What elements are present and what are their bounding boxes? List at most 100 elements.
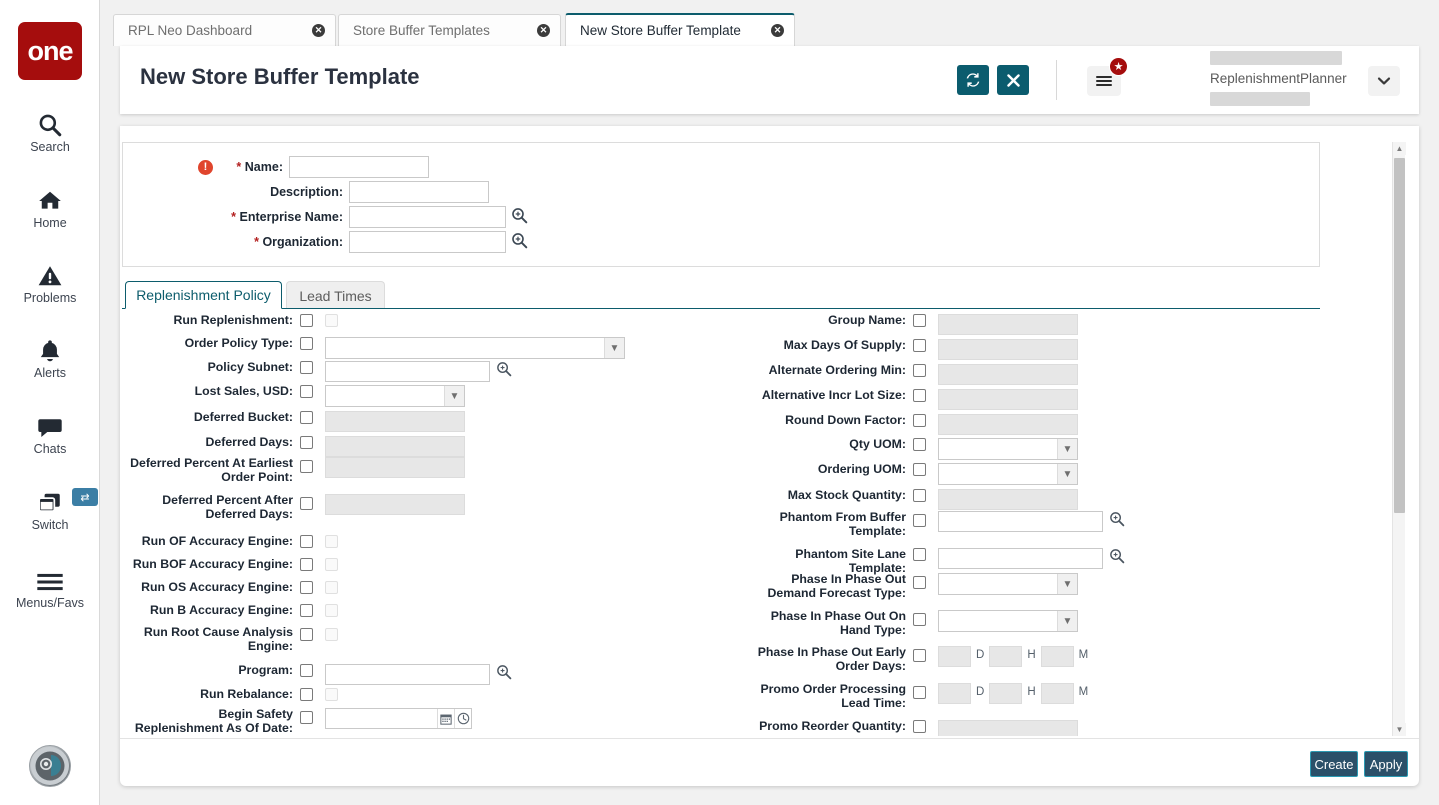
tab-close-icon[interactable]: ✕: [749, 24, 784, 37]
days-unit-label: D: [976, 686, 985, 698]
override-checkbox[interactable]: [300, 385, 313, 398]
promo-lead-time-days-input: [938, 683, 971, 704]
form-tabs: Replenishment Policy Lead Times: [122, 281, 1320, 309]
identity-fieldset: ! * Name: Description: * Enterprise Name…: [122, 142, 1320, 267]
override-checkbox[interactable]: [300, 361, 313, 374]
override-checkbox[interactable]: [300, 497, 313, 510]
tab-close-icon[interactable]: ✕: [515, 24, 550, 37]
override-checkbox[interactable]: [913, 613, 926, 626]
ordering-uom-select[interactable]: ▼: [938, 463, 1078, 485]
switch-windows-icon: [35, 482, 65, 516]
policy-subnet-search-icon[interactable]: [496, 361, 512, 380]
chevron-down-icon: ▼: [1057, 439, 1077, 459]
row-order-policy-type: Order Policy Type: ▼: [130, 336, 625, 359]
sidebar-item-chats[interactable]: Chats: [0, 406, 100, 456]
tab-rpl-neo-dashboard[interactable]: RPL Neo Dashboard ✕: [113, 14, 336, 46]
description-input[interactable]: [349, 181, 489, 203]
tab-new-store-buffer-template[interactable]: New Store Buffer Template ✕: [565, 13, 795, 46]
override-checkbox[interactable]: [300, 460, 313, 473]
tab-store-buffer-templates[interactable]: Store Buffer Templates ✕: [338, 14, 561, 46]
override-checkbox[interactable]: [913, 339, 926, 352]
phantom-from-buffer-template-search-icon[interactable]: [1109, 511, 1125, 530]
field-label: Run Rebalance:: [200, 687, 293, 701]
override-checkbox[interactable]: [300, 628, 313, 641]
qty-uom-select[interactable]: ▼: [938, 438, 1078, 460]
scrollbar-thumb[interactable]: [1394, 158, 1405, 513]
override-checkbox[interactable]: [300, 688, 313, 701]
enterprise-name-search-icon[interactable]: [511, 207, 528, 227]
vertical-scrollbar[interactable]: ▲ ▼: [1392, 142, 1406, 736]
override-checkbox[interactable]: [913, 438, 926, 451]
calendar-icon[interactable]: [437, 709, 454, 728]
tab-replenishment-policy[interactable]: Replenishment Policy: [125, 281, 282, 309]
override-checkbox[interactable]: [913, 548, 926, 561]
pipo-demand-forecast-type-select[interactable]: ▼: [938, 573, 1078, 595]
phantom-site-lane-template-search-icon[interactable]: [1109, 548, 1125, 567]
apply-button[interactable]: Apply: [1364, 751, 1408, 777]
tab-close-icon[interactable]: ✕: [290, 24, 325, 37]
begin-safety-date-input[interactable]: [325, 708, 472, 729]
override-checkbox[interactable]: [913, 576, 926, 589]
one-logo[interactable]: one: [18, 22, 82, 80]
avatar[interactable]: [29, 745, 71, 787]
clock-icon[interactable]: [454, 709, 471, 728]
row-max-days-of-supply: Max Days Of Supply:: [740, 338, 1078, 360]
user-menu-button[interactable]: [1368, 66, 1400, 96]
organization-search-icon[interactable]: [511, 232, 528, 252]
override-checkbox[interactable]: [913, 649, 926, 662]
favorites-star-badge[interactable]: ★: [1109, 57, 1128, 76]
enterprise-name-input[interactable]: [349, 206, 506, 228]
form-tabs-underline: [122, 308, 1320, 309]
override-checkbox[interactable]: [913, 514, 926, 527]
row-deferred-percent-earliest: Deferred Percent At Earliest Order Point…: [130, 456, 465, 485]
pipo-on-hand-type-select[interactable]: ▼: [938, 610, 1078, 632]
order-policy-type-select[interactable]: ▼: [325, 337, 625, 359]
override-checkbox[interactable]: [300, 581, 313, 594]
override-checkbox[interactable]: [913, 414, 926, 427]
override-checkbox[interactable]: [913, 489, 926, 502]
organization-input[interactable]: [349, 231, 506, 253]
override-checkbox[interactable]: [300, 535, 313, 548]
close-button[interactable]: [997, 65, 1029, 95]
scroll-down-button[interactable]: ▼: [1393, 723, 1406, 736]
sidebar-item-alerts[interactable]: Alerts: [0, 330, 100, 380]
override-checkbox[interactable]: [300, 711, 313, 724]
field-label: Order Policy Type:: [184, 336, 293, 350]
switch-toggle-badge[interactable]: ⇄: [72, 488, 98, 506]
max-stock-quantity-input: [938, 489, 1078, 510]
phantom-from-buffer-template-input[interactable]: [938, 511, 1103, 532]
form-card: ! * Name: Description: * Enterprise Name…: [120, 126, 1419, 786]
redacted-user-line-bottom: [1210, 92, 1310, 106]
override-checkbox[interactable]: [913, 389, 926, 402]
row-deferred-bucket: Deferred Bucket:: [130, 410, 465, 432]
override-checkbox[interactable]: [300, 664, 313, 677]
row-group-name: Group Name:: [740, 313, 1078, 335]
override-checkbox[interactable]: [913, 686, 926, 699]
override-checkbox[interactable]: [913, 314, 926, 327]
override-checkbox[interactable]: [913, 364, 926, 377]
override-checkbox[interactable]: [300, 604, 313, 617]
field-label: Promo Order Processing Lead Time:: [760, 682, 906, 710]
sidebar-item-problems[interactable]: Problems: [0, 255, 100, 305]
refresh-button[interactable]: [957, 65, 989, 95]
tab-label: Replenishment Policy: [136, 287, 271, 303]
sidebar-item-search[interactable]: Search: [0, 104, 100, 154]
lost-sales-usd-select[interactable]: ▼: [325, 385, 465, 407]
sidebar-item-home[interactable]: Home: [0, 180, 100, 230]
create-button[interactable]: Create: [1310, 751, 1358, 777]
override-checkbox[interactable]: [300, 337, 313, 350]
override-checkbox[interactable]: [300, 436, 313, 449]
phantom-site-lane-template-input[interactable]: [938, 548, 1103, 569]
sidebar-item-menus-favs[interactable]: Menus/Favs: [0, 560, 100, 610]
override-checkbox[interactable]: [913, 463, 926, 476]
program-search-icon[interactable]: [496, 664, 512, 683]
override-checkbox[interactable]: [300, 411, 313, 424]
scroll-up-button[interactable]: ▲: [1393, 142, 1406, 155]
program-input[interactable]: [325, 664, 490, 685]
policy-subnet-input[interactable]: [325, 361, 490, 382]
override-checkbox[interactable]: [913, 720, 926, 733]
override-checkbox[interactable]: [300, 314, 313, 327]
tab-lead-times[interactable]: Lead Times: [286, 281, 385, 309]
override-checkbox[interactable]: [300, 558, 313, 571]
name-input[interactable]: [289, 156, 429, 178]
